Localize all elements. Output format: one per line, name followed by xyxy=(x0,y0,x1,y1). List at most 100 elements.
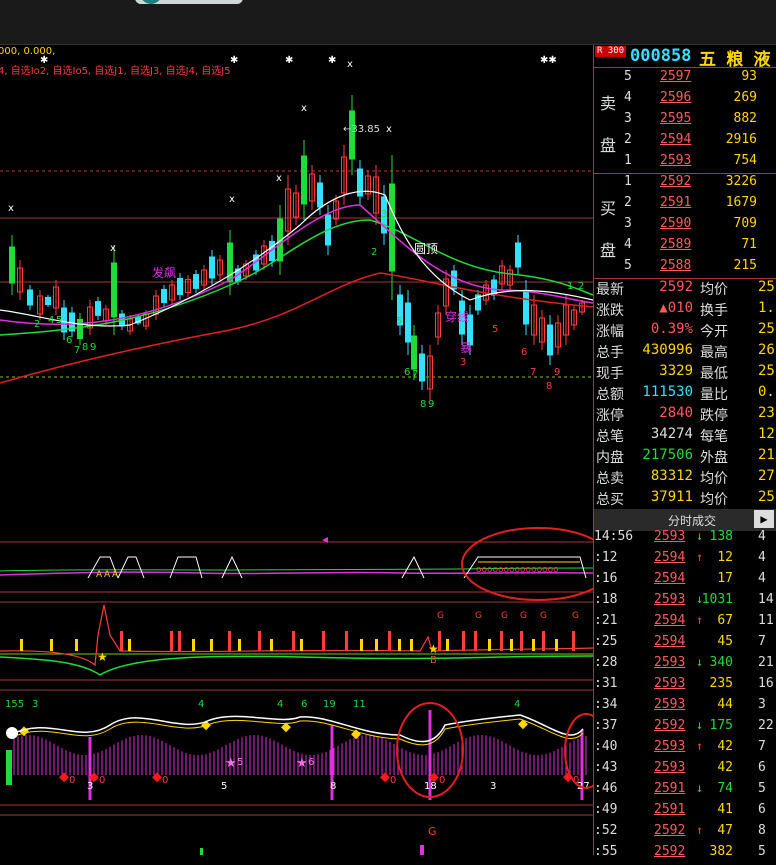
hist-star-icon: ★ xyxy=(296,756,308,771)
wave-number: 7 xyxy=(412,369,418,380)
trade-row[interactable]: 14:56 2593 ↓ 138 4 xyxy=(594,529,776,550)
trade-count: 5 xyxy=(758,844,766,859)
trade-row[interactable]: :52 2592 ↑ 47 8 xyxy=(594,823,776,844)
trade-count: 22 xyxy=(758,718,774,733)
order-volume: 3226 xyxy=(725,174,757,189)
hist-bottom-number: 3 xyxy=(87,781,93,792)
trade-time: :18 xyxy=(594,592,618,607)
sell-row[interactable]: 1 2593 754 xyxy=(594,153,776,174)
order-price[interactable]: 2597 xyxy=(660,69,691,84)
trade-row[interactable]: :18 2593 ↓ 1031 14 xyxy=(594,592,776,613)
wave-number: 9 xyxy=(90,342,96,353)
quote-header: R 300 000858 五 粮 液 xyxy=(594,45,776,70)
hist-diamond-number: 0 xyxy=(390,775,396,786)
signal-label-b: B xyxy=(430,655,437,666)
buy-row[interactable]: 5 2588 215 xyxy=(594,258,776,279)
stat-value: 25 xyxy=(758,321,775,337)
stat-value: 12 xyxy=(758,426,775,442)
buy-row[interactable]: 2 2591 1679 xyxy=(594,195,776,216)
order-price[interactable]: 2592 xyxy=(660,174,691,189)
trade-row[interactable]: :37 2592 ↓ 175 22 xyxy=(594,718,776,739)
order-price[interactable]: 2595 xyxy=(660,111,691,126)
stat-row: 最新 2592 均价 25 xyxy=(594,279,776,300)
trade-price: 2593 xyxy=(654,529,686,544)
signal-label-g3: G xyxy=(501,611,508,621)
kline-chart-area[interactable]: 000, 0.000, 4, 自选Io2, 自选Io5, 自选J1, 自选J3,… xyxy=(0,45,615,855)
trade-row[interactable]: :28 2593 ↓ 340 21 xyxy=(594,655,776,676)
stat-value: 1.14 xyxy=(758,300,776,316)
trade-row[interactable]: :21 2594 ↑ 67 11 xyxy=(594,613,776,634)
buy-row[interactable]: 4 2589 71 xyxy=(594,237,776,258)
buy-row[interactable]: 3 2590 709 xyxy=(594,216,776,237)
trade-price: 2592 xyxy=(654,823,686,838)
trades-next-button[interactable]: ▶ xyxy=(754,510,774,528)
x-mark-icon: x xyxy=(276,173,282,184)
order-volume: 71 xyxy=(741,237,757,252)
trade-row[interactable]: :46 2591 ↓ 74 5 xyxy=(594,781,776,802)
x-mark-icon: ✱ xyxy=(328,55,336,66)
stat-row: 内盘 217506 外盘 2134 xyxy=(594,447,776,468)
trade-time: :34 xyxy=(594,697,618,712)
trade-volume: 17 xyxy=(717,571,733,586)
order-price[interactable]: 2589 xyxy=(660,237,691,252)
trade-row[interactable]: :16 2594 17 4 xyxy=(594,571,776,592)
trades-header[interactable]: 分时成交 ▶ xyxy=(594,509,776,531)
stat-value: 2840 xyxy=(659,405,693,421)
stat-value: 34274 xyxy=(650,426,693,442)
stat-label: 每笔 xyxy=(700,429,728,445)
wave-number: 3 xyxy=(460,357,466,368)
stat-row: 涨跌 ▲010 换手 1.14 xyxy=(594,300,776,321)
trade-count: 11 xyxy=(758,613,774,628)
stat-label: 最低 xyxy=(700,366,728,382)
order-price[interactable]: 2594 xyxy=(660,132,691,147)
stat-label: 最新 xyxy=(596,282,624,298)
wave-number: 7 xyxy=(530,367,536,378)
signal-label-g1: G xyxy=(437,611,444,621)
order-price[interactable]: 2591 xyxy=(660,195,691,210)
hist-star-number-1: 5 xyxy=(237,757,243,768)
annotation-chuanxian: 穿线 xyxy=(445,309,469,324)
wave-number: 6 xyxy=(66,335,72,346)
trade-row[interactable]: :12 2594 ↑ 12 4 xyxy=(594,550,776,571)
trade-price: 2593 xyxy=(654,655,686,670)
sell-row[interactable]: 2 2594 2916 xyxy=(594,132,776,153)
trade-row[interactable]: :49 2591 41 6 xyxy=(594,802,776,823)
trade-direction-icon: ↑ xyxy=(696,550,704,564)
volume-red-chain: ooooooooooooooo xyxy=(476,565,559,575)
trade-row[interactable]: :31 2593 235 16 xyxy=(594,676,776,697)
sell-row[interactable]: 3 2595 882 xyxy=(594,111,776,132)
trade-price: 2593 xyxy=(654,760,686,775)
stat-label: 外盘 xyxy=(700,450,728,466)
trade-row[interactable]: :25 2594 45 7 xyxy=(594,634,776,655)
trade-price: 2594 xyxy=(654,550,686,565)
kline-chart-svg[interactable]: 000, 0.000, 4, 自选Io2, 自选Io5, 自选J1, 自选J3,… xyxy=(0,45,615,855)
stat-value: 0. xyxy=(758,384,775,400)
trade-row[interactable]: :43 2593 42 6 xyxy=(594,760,776,781)
buy-row[interactable]: 1 2592 3226 xyxy=(594,174,776,195)
hist-top-number: 6 xyxy=(301,699,307,710)
trade-count: 14 xyxy=(758,592,774,607)
trade-row[interactable]: :40 2593 ↑ 42 7 xyxy=(594,739,776,760)
sell-row[interactable]: 4 2596 269 xyxy=(594,90,776,111)
stat-value: 2134 xyxy=(758,447,776,463)
x-mark-icon: ✱ xyxy=(230,55,238,66)
trade-volume: 235 xyxy=(709,676,733,691)
stock-code[interactable]: 000858 xyxy=(630,46,691,66)
x-mark-icon: x xyxy=(347,59,353,70)
trade-price: 2593 xyxy=(654,592,686,607)
order-price[interactable]: 2590 xyxy=(660,216,691,231)
trade-price: 2592 xyxy=(654,718,686,733)
trade-time: :55 xyxy=(594,844,618,859)
sell-row[interactable]: 5 2597 93 xyxy=(594,69,776,90)
order-price[interactable]: 2596 xyxy=(660,90,691,105)
order-volume: 2916 xyxy=(725,132,757,147)
order-volume: 93 xyxy=(741,69,757,84)
trade-row[interactable]: :34 2593 44 3 xyxy=(594,697,776,718)
stat-label: 现手 xyxy=(596,366,624,382)
trade-volume: 12 xyxy=(717,550,733,565)
order-price[interactable]: 2593 xyxy=(660,153,691,168)
order-price[interactable]: 2588 xyxy=(660,258,691,273)
order-volume: 709 xyxy=(733,216,757,231)
volume-label-a2: A xyxy=(104,570,111,580)
hist-circle-icon xyxy=(6,727,18,739)
